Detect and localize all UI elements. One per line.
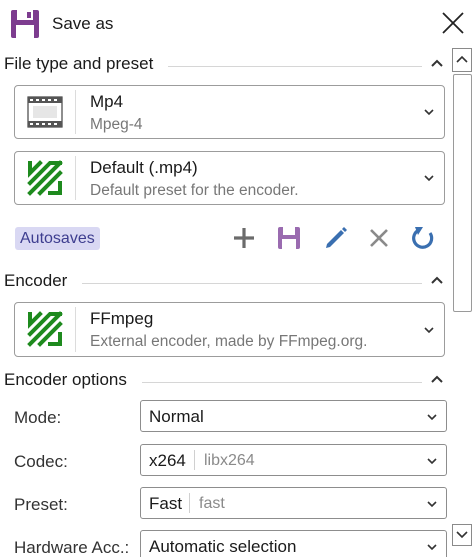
scroll-up-button[interactable] bbox=[452, 48, 472, 72]
preset-description: Default preset for the encoder. bbox=[90, 182, 299, 199]
section-title-file-type: File type and preset bbox=[4, 54, 154, 73]
save-icon[interactable] bbox=[275, 224, 303, 252]
codec-label: Codec: bbox=[14, 452, 68, 471]
card-separator bbox=[75, 156, 76, 200]
codec-library: libx264 bbox=[204, 452, 255, 469]
chevron-up-icon[interactable] bbox=[430, 57, 444, 69]
autosaves-button[interactable]: Autosaves bbox=[15, 227, 100, 250]
delete-icon[interactable] bbox=[365, 224, 393, 252]
chevron-down-icon bbox=[427, 414, 437, 421]
chevron-down-icon bbox=[424, 175, 434, 182]
hardware-acceleration-label: Hardware Acc.: bbox=[14, 538, 130, 557]
chevron-up-icon[interactable] bbox=[430, 274, 444, 286]
card-separator bbox=[75, 307, 76, 352]
encoder-selector[interactable]: FFmpeg External encoder, made by FFmpeg.… bbox=[14, 302, 445, 357]
encoder-description: External encoder, made by FFmpeg.org. bbox=[90, 333, 368, 350]
close-icon[interactable] bbox=[436, 8, 468, 40]
encoder-name: FFmpeg bbox=[90, 309, 154, 328]
film-strip-icon bbox=[27, 96, 63, 128]
preset-value: Fast bbox=[149, 494, 183, 513]
preset-select[interactable]: Fast fast bbox=[140, 487, 447, 519]
section-title-encoder-options: Encoder options bbox=[4, 370, 127, 389]
format-description: Mpeg-4 bbox=[90, 116, 143, 133]
section-header-encoder-options[interactable]: Encoder options bbox=[0, 367, 450, 395]
ffmpeg-logo-icon bbox=[27, 311, 63, 347]
section-header-file-type[interactable]: File type and preset bbox=[0, 51, 450, 79]
preset-separator bbox=[189, 493, 190, 513]
chevron-down-icon bbox=[427, 544, 437, 551]
chevron-down-icon bbox=[424, 109, 434, 116]
hardware-acceleration-value: Automatic selection bbox=[149, 537, 297, 556]
reset-icon[interactable] bbox=[409, 224, 437, 252]
vertical-scrollbar[interactable] bbox=[452, 48, 473, 557]
mode-label: Mode: bbox=[14, 408, 62, 427]
preset-selector[interactable]: Default (.mp4) Default preset for the en… bbox=[14, 151, 445, 205]
section-header-encoder[interactable]: Encoder bbox=[0, 268, 450, 296]
ffmpeg-logo-icon bbox=[27, 160, 63, 196]
codec-value: x264 bbox=[149, 451, 186, 470]
codec-separator bbox=[194, 450, 195, 470]
title-bar: Save as bbox=[0, 0, 473, 48]
preset-name: Default (.mp4) bbox=[90, 158, 198, 177]
format-name: Mp4 bbox=[90, 92, 124, 111]
window-title: Save as bbox=[52, 14, 114, 33]
scroll-down-button[interactable] bbox=[452, 524, 472, 546]
hardware-acceleration-select[interactable]: Automatic selection bbox=[140, 530, 447, 557]
add-icon[interactable] bbox=[230, 224, 258, 252]
chevron-down-icon bbox=[427, 458, 437, 465]
edit-icon[interactable] bbox=[321, 224, 349, 252]
floppy-disk-icon bbox=[11, 10, 39, 38]
section-divider bbox=[82, 283, 422, 284]
mode-select[interactable]: Normal bbox=[140, 400, 447, 432]
preset-speed: fast bbox=[199, 495, 225, 512]
chevron-down-icon bbox=[424, 327, 434, 334]
section-title-encoder: Encoder bbox=[4, 271, 68, 290]
section-divider bbox=[142, 382, 422, 383]
chevron-down-icon bbox=[427, 501, 437, 508]
codec-select[interactable]: x264 libx264 bbox=[140, 444, 447, 476]
chevron-down-icon bbox=[456, 531, 468, 539]
section-divider bbox=[168, 66, 422, 67]
card-separator bbox=[75, 90, 76, 134]
scrollbar-thumb[interactable] bbox=[453, 74, 472, 312]
preset-label: Preset: bbox=[14, 495, 68, 514]
mode-value: Normal bbox=[149, 407, 204, 426]
chevron-up-icon[interactable] bbox=[430, 373, 444, 385]
format-selector[interactable]: Mp4 Mpeg-4 bbox=[14, 85, 445, 139]
settings-panel: File type and preset Mp4 Mpeg-4 Default … bbox=[0, 48, 450, 557]
chevron-up-icon bbox=[456, 55, 468, 63]
